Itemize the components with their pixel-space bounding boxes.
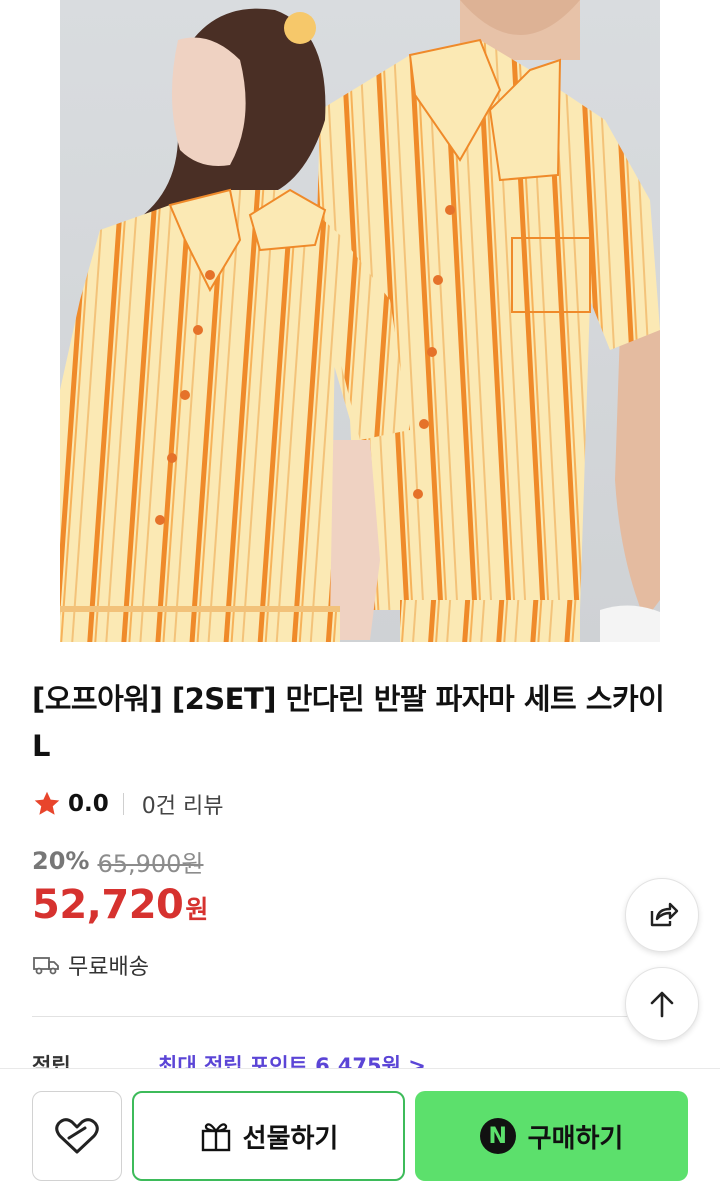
product-image-area	[0, 0, 720, 642]
rating-divider	[122, 793, 124, 815]
share-icon	[650, 902, 679, 927]
sale-price-unit: 원	[185, 895, 209, 924]
truck-icon	[33, 957, 59, 975]
discount-rate: 20%	[32, 847, 90, 875]
buy-button-label: 구매하기	[527, 1123, 624, 1154]
gift-button-label: 선물하기	[242, 1123, 339, 1154]
section-divider	[32, 1016, 688, 1017]
product-title-line-1: [오프아워] [2SET] 만다린 반팔 파자마 세트 스카이	[32, 682, 665, 716]
buy-button[interactable]: N 구매하기	[415, 1091, 688, 1181]
sale-price-row: 52,720 원	[32, 882, 208, 936]
product-photo[interactable]	[60, 0, 660, 642]
scroll-top-button[interactable]	[625, 967, 699, 1041]
product-title-line-2: L	[32, 729, 50, 763]
rating-value: 0.0	[68, 791, 109, 817]
sale-price: 52,720	[32, 882, 184, 928]
original-price-row: 20% 65,900원	[32, 843, 204, 879]
free-shipping-label: 무료배송	[68, 955, 149, 980]
arrow-up-icon	[650, 991, 674, 1018]
heart-icon	[55, 1118, 99, 1154]
wishlist-button[interactable]	[32, 1091, 122, 1181]
gift-icon	[201, 1123, 230, 1152]
product-title: [오프아워] [2SET] 만다린 반팔 파자마 세트 스카이 L	[32, 676, 672, 770]
gift-button[interactable]: 선물하기	[132, 1091, 405, 1181]
rating-row[interactable]: 0.0 0건 리뷰	[32, 786, 223, 822]
share-button[interactable]	[625, 878, 699, 952]
review-count-link[interactable]: 0건 리뷰	[142, 788, 224, 820]
npay-badge-icon: N	[479, 1118, 516, 1154]
shipping-row: 무료배송	[32, 948, 149, 982]
bottom-action-bar: 선물하기 N 구매하기	[0, 1068, 720, 1200]
star-icon	[34, 791, 60, 815]
original-price: 65,900원	[97, 849, 204, 878]
